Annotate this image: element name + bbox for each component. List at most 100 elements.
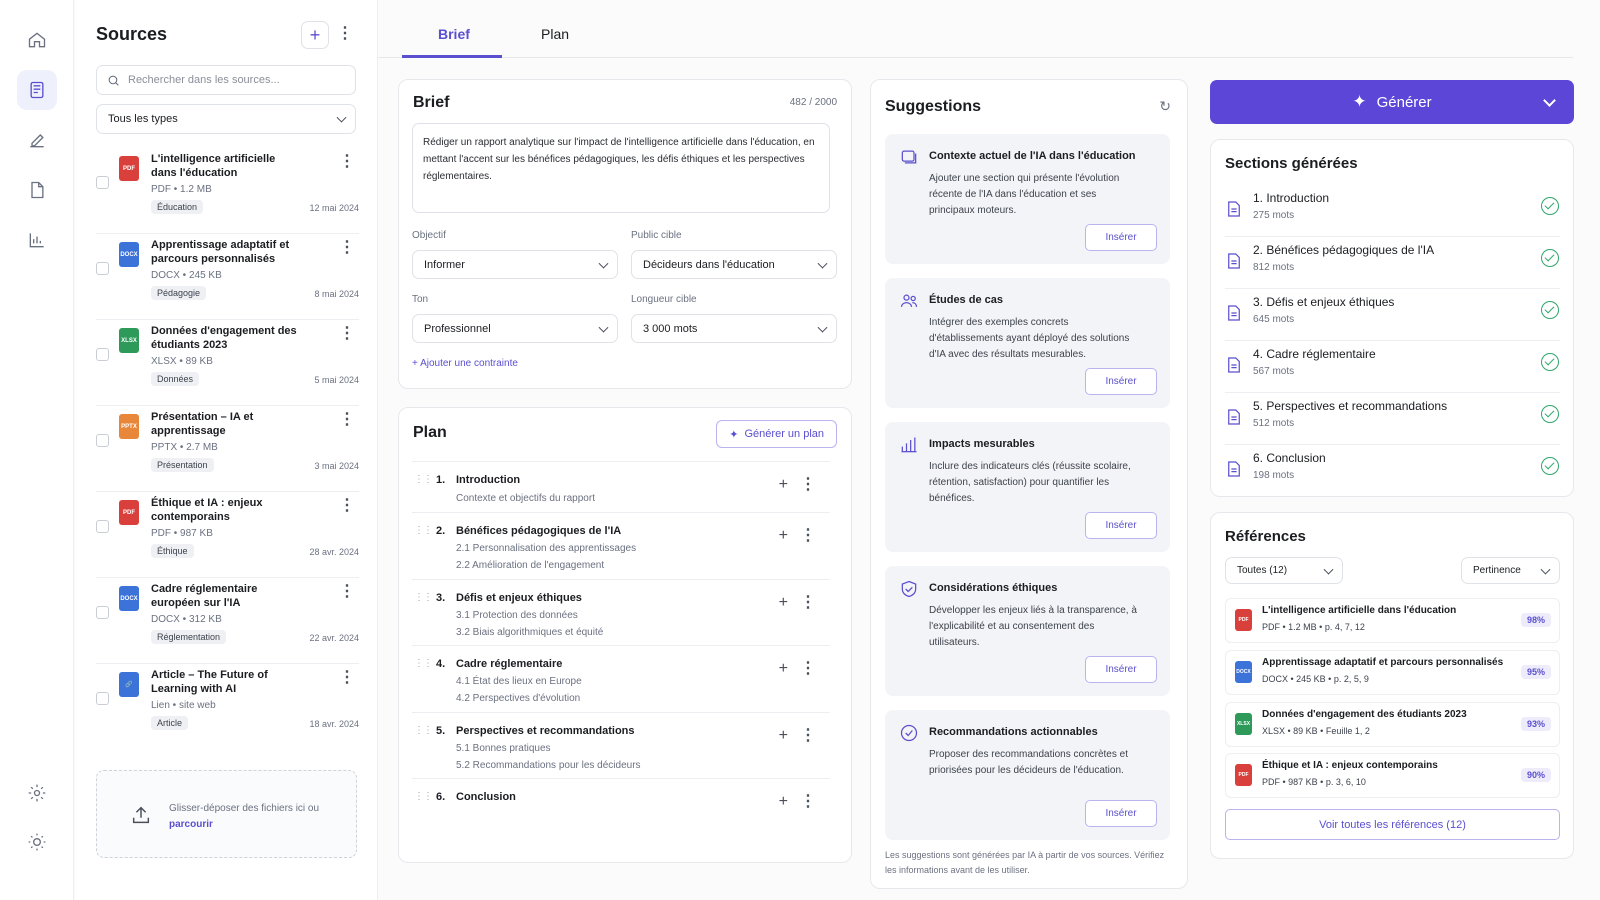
- tab-plan[interactable]: Plan: [541, 26, 569, 42]
- objective-select[interactable]: Informer: [412, 250, 618, 279]
- add-subsection-icon[interactable]: +: [779, 727, 788, 745]
- source-item[interactable]: DOCX Apprentissage adaptatif et parcours…: [96, 234, 359, 320]
- section-row[interactable]: 1. Introduction 275 mots: [1225, 185, 1560, 237]
- source-checkbox[interactable]: [96, 520, 109, 533]
- analytics-icon[interactable]: [17, 220, 57, 260]
- reference-row[interactable]: PDF Éthique et IA : enjeux contemporains…: [1225, 753, 1560, 798]
- plan-row-subtitle: Contexte et objectifs du rapport: [456, 493, 595, 504]
- add-subsection-icon[interactable]: +: [779, 476, 788, 494]
- length-select[interactable]: 3 000 mots: [631, 314, 837, 343]
- source-item[interactable]: XLSX Données d'engagement des étudiants …: [96, 320, 359, 406]
- sources-menu-icon[interactable]: ⋮: [337, 26, 353, 42]
- plan-row[interactable]: ⋮⋮ 3. Défis et enjeux éthiques 3.1 Prote…: [412, 579, 830, 645]
- drag-handle-icon[interactable]: ⋮⋮: [414, 593, 433, 603]
- plan-row-menu-icon[interactable]: ⋮: [800, 794, 816, 810]
- source-item[interactable]: PDF L'intelligence artificielle dans l'é…: [96, 148, 359, 234]
- references-filter-select[interactable]: Toutes (12): [1225, 557, 1343, 584]
- check-circle-icon: [1541, 301, 1559, 319]
- add-subsection-icon[interactable]: +: [779, 594, 788, 612]
- drag-handle-icon[interactable]: ⋮⋮: [414, 526, 433, 536]
- drag-handle-icon[interactable]: ⋮⋮: [414, 659, 433, 669]
- home-icon[interactable]: [17, 20, 57, 60]
- type-filter-select[interactable]: Tous les types: [96, 104, 356, 134]
- source-checkbox[interactable]: [96, 176, 109, 189]
- plan-row-menu-icon[interactable]: ⋮: [800, 477, 816, 493]
- generate-plan-button[interactable]: ✦ Générer un plan: [716, 420, 837, 448]
- source-item[interactable]: PDF Éthique et IA : enjeux contemporains…: [96, 492, 359, 578]
- add-constraint-link[interactable]: + Ajouter une contrainte: [412, 358, 518, 369]
- generate-button[interactable]: ✦ Générer: [1210, 80, 1574, 124]
- reference-row[interactable]: XLSX Données d'engagement des étudiants …: [1225, 702, 1560, 747]
- reference-title: Éthique et IA : enjeux contemporains: [1262, 760, 1438, 771]
- brief-title: Brief: [413, 94, 450, 111]
- source-checkbox[interactable]: [96, 348, 109, 361]
- section-row[interactable]: 3. Défis et enjeux éthiques 645 mots: [1225, 289, 1560, 341]
- drag-handle-icon[interactable]: ⋮⋮: [414, 726, 433, 736]
- view-all-references-button[interactable]: Voir toutes les références (12): [1225, 809, 1560, 840]
- source-item[interactable]: 🔗 Article – The Future of Learning with …: [96, 664, 359, 750]
- tone-select[interactable]: Professionnel: [412, 314, 618, 343]
- tab-brief[interactable]: Brief: [438, 26, 470, 42]
- source-tag: Article: [151, 716, 189, 730]
- source-menu-icon[interactable]: ⋮: [339, 584, 355, 600]
- chevron-down-icon: [598, 258, 609, 269]
- edit-icon[interactable]: [17, 120, 57, 160]
- drag-handle-icon[interactable]: ⋮⋮: [414, 792, 433, 802]
- brief-textarea[interactable]: Rédiger un rapport analytique sur l'impa…: [412, 123, 830, 213]
- reference-row[interactable]: PDF L'intelligence artificielle dans l'é…: [1225, 598, 1560, 643]
- source-checkbox[interactable]: [96, 434, 109, 447]
- plan-row[interactable]: ⋮⋮ 5. Perspectives et recommandations 5.…: [412, 712, 830, 778]
- source-menu-icon[interactable]: ⋮: [339, 412, 355, 428]
- add-source-button[interactable]: +: [301, 21, 329, 49]
- source-meta: DOCX • 312 KB: [151, 614, 222, 625]
- source-name: Cadre réglementaire européen sur l'IA: [151, 583, 258, 609]
- source-checkbox[interactable]: [96, 692, 109, 705]
- audience-select[interactable]: Décideurs dans l'éducation: [631, 250, 837, 279]
- plan-row[interactable]: ⋮⋮ 2. Bénéfices pédagogiques de l'IA 2.1…: [412, 512, 830, 579]
- source-checkbox[interactable]: [96, 606, 109, 619]
- plan-row[interactable]: ⋮⋮ 1. Introduction Contexte et objectifs…: [412, 461, 830, 512]
- sources-icon[interactable]: [17, 70, 57, 110]
- add-subsection-icon[interactable]: +: [779, 660, 788, 678]
- plan-row[interactable]: ⋮⋮ 4. Cadre réglementaire 4.1 État des l…: [412, 645, 830, 712]
- source-menu-icon[interactable]: ⋮: [339, 498, 355, 514]
- section-row[interactable]: 5. Perspectives et recommandations 512 m…: [1225, 393, 1560, 445]
- reference-row[interactable]: DOCX Apprentissage adaptatif et parcours…: [1225, 650, 1560, 695]
- section-row[interactable]: 6. Conclusion 198 mots: [1225, 445, 1560, 497]
- source-menu-icon[interactable]: ⋮: [339, 670, 355, 686]
- plan-row-menu-icon[interactable]: ⋮: [800, 661, 816, 677]
- theme-icon[interactable]: [17, 822, 57, 862]
- plan-row-menu-icon[interactable]: ⋮: [800, 528, 816, 544]
- references-sort-select[interactable]: Pertinence: [1461, 557, 1560, 584]
- file-dropzone[interactable]: Glisser-déposer des fichiers ici ou parc…: [96, 770, 357, 858]
- insert-button[interactable]: Insérer: [1085, 368, 1157, 395]
- section-row[interactable]: 4. Cadre réglementaire 567 mots: [1225, 341, 1560, 393]
- source-item[interactable]: DOCX Cadre réglementaire européen sur l'…: [96, 578, 359, 664]
- source-menu-icon[interactable]: ⋮: [339, 154, 355, 170]
- plan-row-menu-icon[interactable]: ⋮: [800, 728, 816, 744]
- plan-row-menu-icon[interactable]: ⋮: [800, 595, 816, 611]
- refresh-icon[interactable]: ↻: [1159, 98, 1171, 115]
- source-search-input[interactable]: Rechercher dans les sources...: [96, 65, 356, 95]
- plan-row[interactable]: ⋮⋮ 6. Conclusion + ⋮: [412, 778, 830, 828]
- settings-icon[interactable]: [17, 773, 57, 813]
- insert-button[interactable]: Insérer: [1085, 224, 1157, 251]
- plan-row-title: Perspectives et recommandations: [456, 725, 635, 737]
- insert-button[interactable]: Insérer: [1085, 512, 1157, 539]
- source-menu-icon[interactable]: ⋮: [339, 326, 355, 342]
- browse-link[interactable]: parcourir: [169, 819, 213, 830]
- chevron-down-icon[interactable]: [1543, 94, 1556, 107]
- add-subsection-icon[interactable]: +: [779, 793, 788, 811]
- docx-file-icon: DOCX: [119, 586, 139, 611]
- insert-button[interactable]: Insérer: [1085, 800, 1157, 827]
- add-subsection-icon[interactable]: +: [779, 527, 788, 545]
- document-icon[interactable]: [17, 170, 57, 210]
- drag-handle-icon[interactable]: ⋮⋮: [414, 475, 433, 485]
- source-checkbox[interactable]: [96, 262, 109, 275]
- source-item[interactable]: PPTX Présentation – IA et apprentissage …: [96, 406, 359, 492]
- section-row[interactable]: 2. Bénéfices pédagogiques de l'IA 812 mo…: [1225, 237, 1560, 289]
- insert-button[interactable]: Insérer: [1085, 656, 1157, 683]
- document-icon: [1227, 461, 1241, 482]
- references-sort-value: Pertinence: [1473, 565, 1521, 576]
- source-menu-icon[interactable]: ⋮: [339, 240, 355, 256]
